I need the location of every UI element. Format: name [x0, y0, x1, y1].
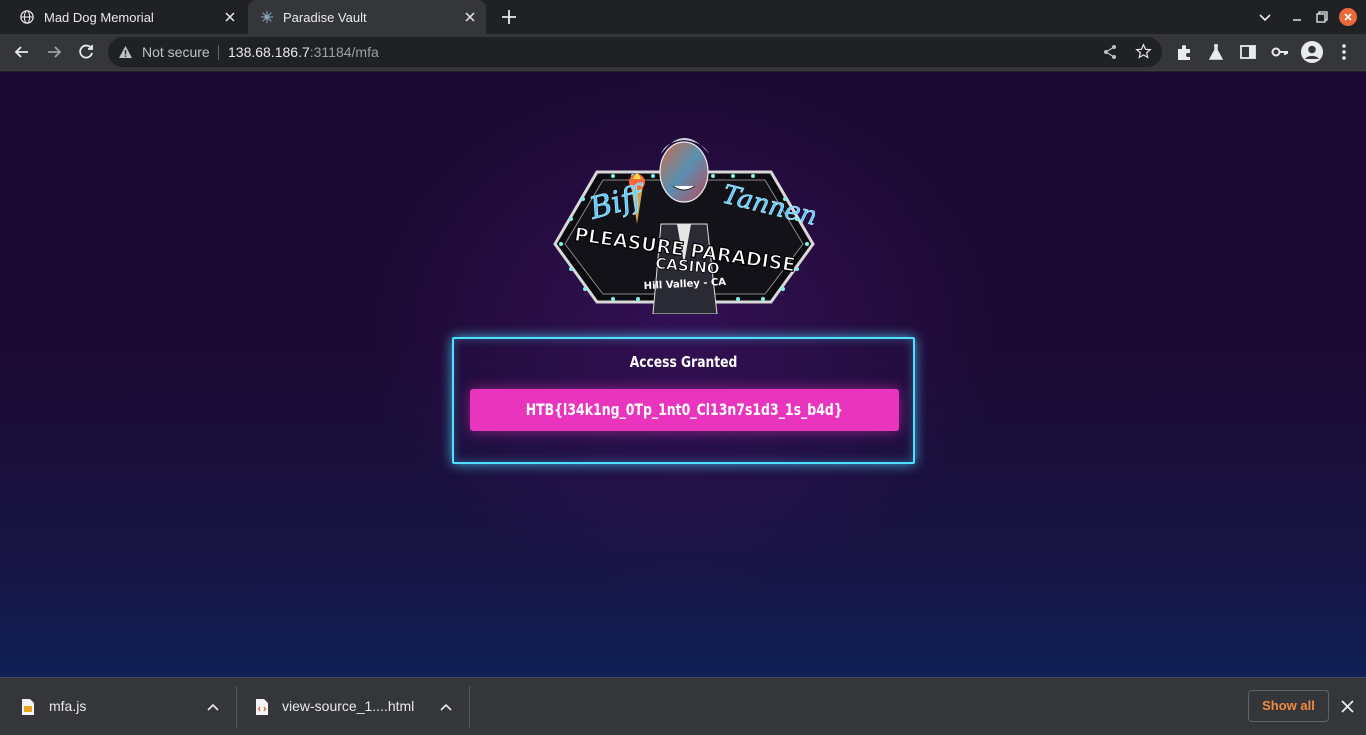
extensions-puzzle-icon[interactable] — [1174, 42, 1194, 62]
close-tab-icon[interactable] — [222, 9, 238, 25]
js-file-icon — [22, 699, 34, 715]
close-window-icon[interactable] — [1339, 8, 1357, 26]
security-status-label[interactable]: Not secure — [142, 44, 210, 60]
show-all-button[interactable]: Show all — [1248, 690, 1329, 722]
tab-title: Paradise Vault — [283, 10, 367, 25]
html-file-icon — [256, 699, 268, 715]
close-tab-icon[interactable] — [462, 9, 478, 25]
address-bar[interactable]: Not secure 138.68.186.7:31184/mfa — [108, 37, 1162, 67]
download-filename: view-source_1....html — [282, 698, 415, 714]
download-divider — [469, 686, 470, 728]
password-key-icon[interactable] — [1270, 42, 1290, 62]
flag-text: HTB{l34k1ng_0Tp_1nt0_Cl13n7s1d3_1s_b4d} — [526, 400, 843, 419]
url-path: :31184/mfa — [309, 44, 379, 60]
tab-paradise-vault[interactable]: Paradise Vault — [248, 0, 486, 34]
tab-title: Mad Dog Memorial — [44, 10, 154, 25]
url-host: 138.68.186.7 — [228, 44, 310, 60]
site-favicon-icon — [260, 10, 274, 24]
profile-avatar-icon[interactable] — [1301, 41, 1323, 63]
minimize-icon[interactable] — [1288, 8, 1306, 26]
chevron-up-icon[interactable] — [439, 700, 453, 714]
flag-banner: HTB{l34k1ng_0Tp_1nt0_Cl13n7s1d3_1s_b4d} — [470, 389, 899, 431]
restore-icon[interactable] — [1313, 8, 1331, 26]
chevron-up-icon[interactable] — [206, 700, 220, 714]
download-item[interactable]: mfa.js — [0, 678, 237, 735]
browser-toolbar: Not secure 138.68.186.7:31184/mfa — [0, 34, 1366, 71]
access-card: Access Granted HTB{l34k1ng_0Tp_1nt0_Cl13… — [452, 337, 915, 464]
address-separator — [218, 45, 219, 60]
url-text[interactable]: 138.68.186.7:31184/mfa — [228, 44, 379, 60]
warning-triangle-icon[interactable] — [118, 45, 133, 59]
share-icon[interactable] — [1102, 44, 1118, 60]
download-item[interactable]: view-source_1....html — [237, 678, 470, 735]
tab-mad-dog-memorial[interactable]: Mad Dog Memorial — [8, 0, 246, 34]
download-filename: mfa.js — [49, 698, 87, 714]
casino-logo: Biff Tannen's PLEASURE PARADISE CASINO H… — [553, 138, 815, 314]
download-shelf: mfa.js view-source_1....html Show all — [0, 677, 1366, 735]
back-arrow-icon[interactable] — [12, 42, 32, 62]
access-heading: Access Granted — [629, 353, 738, 371]
new-tab-icon[interactable] — [499, 7, 519, 27]
forward-arrow-icon[interactable] — [44, 42, 64, 62]
tab-strip: Mad Dog Memorial Paradise Vault — [0, 0, 1366, 34]
tab-search-chevron-icon[interactable] — [1256, 8, 1274, 26]
page-content: Biff Tannen's PLEASURE PARADISE CASINO H… — [0, 72, 1366, 677]
bookmark-star-icon[interactable] — [1135, 43, 1152, 60]
side-panel-icon[interactable] — [1238, 42, 1258, 62]
globe-icon — [20, 10, 34, 24]
labs-flask-icon[interactable] — [1206, 42, 1226, 62]
reload-icon[interactable] — [76, 42, 96, 62]
menu-kebab-icon[interactable] — [1334, 42, 1354, 62]
close-shelf-icon[interactable] — [1340, 699, 1355, 714]
